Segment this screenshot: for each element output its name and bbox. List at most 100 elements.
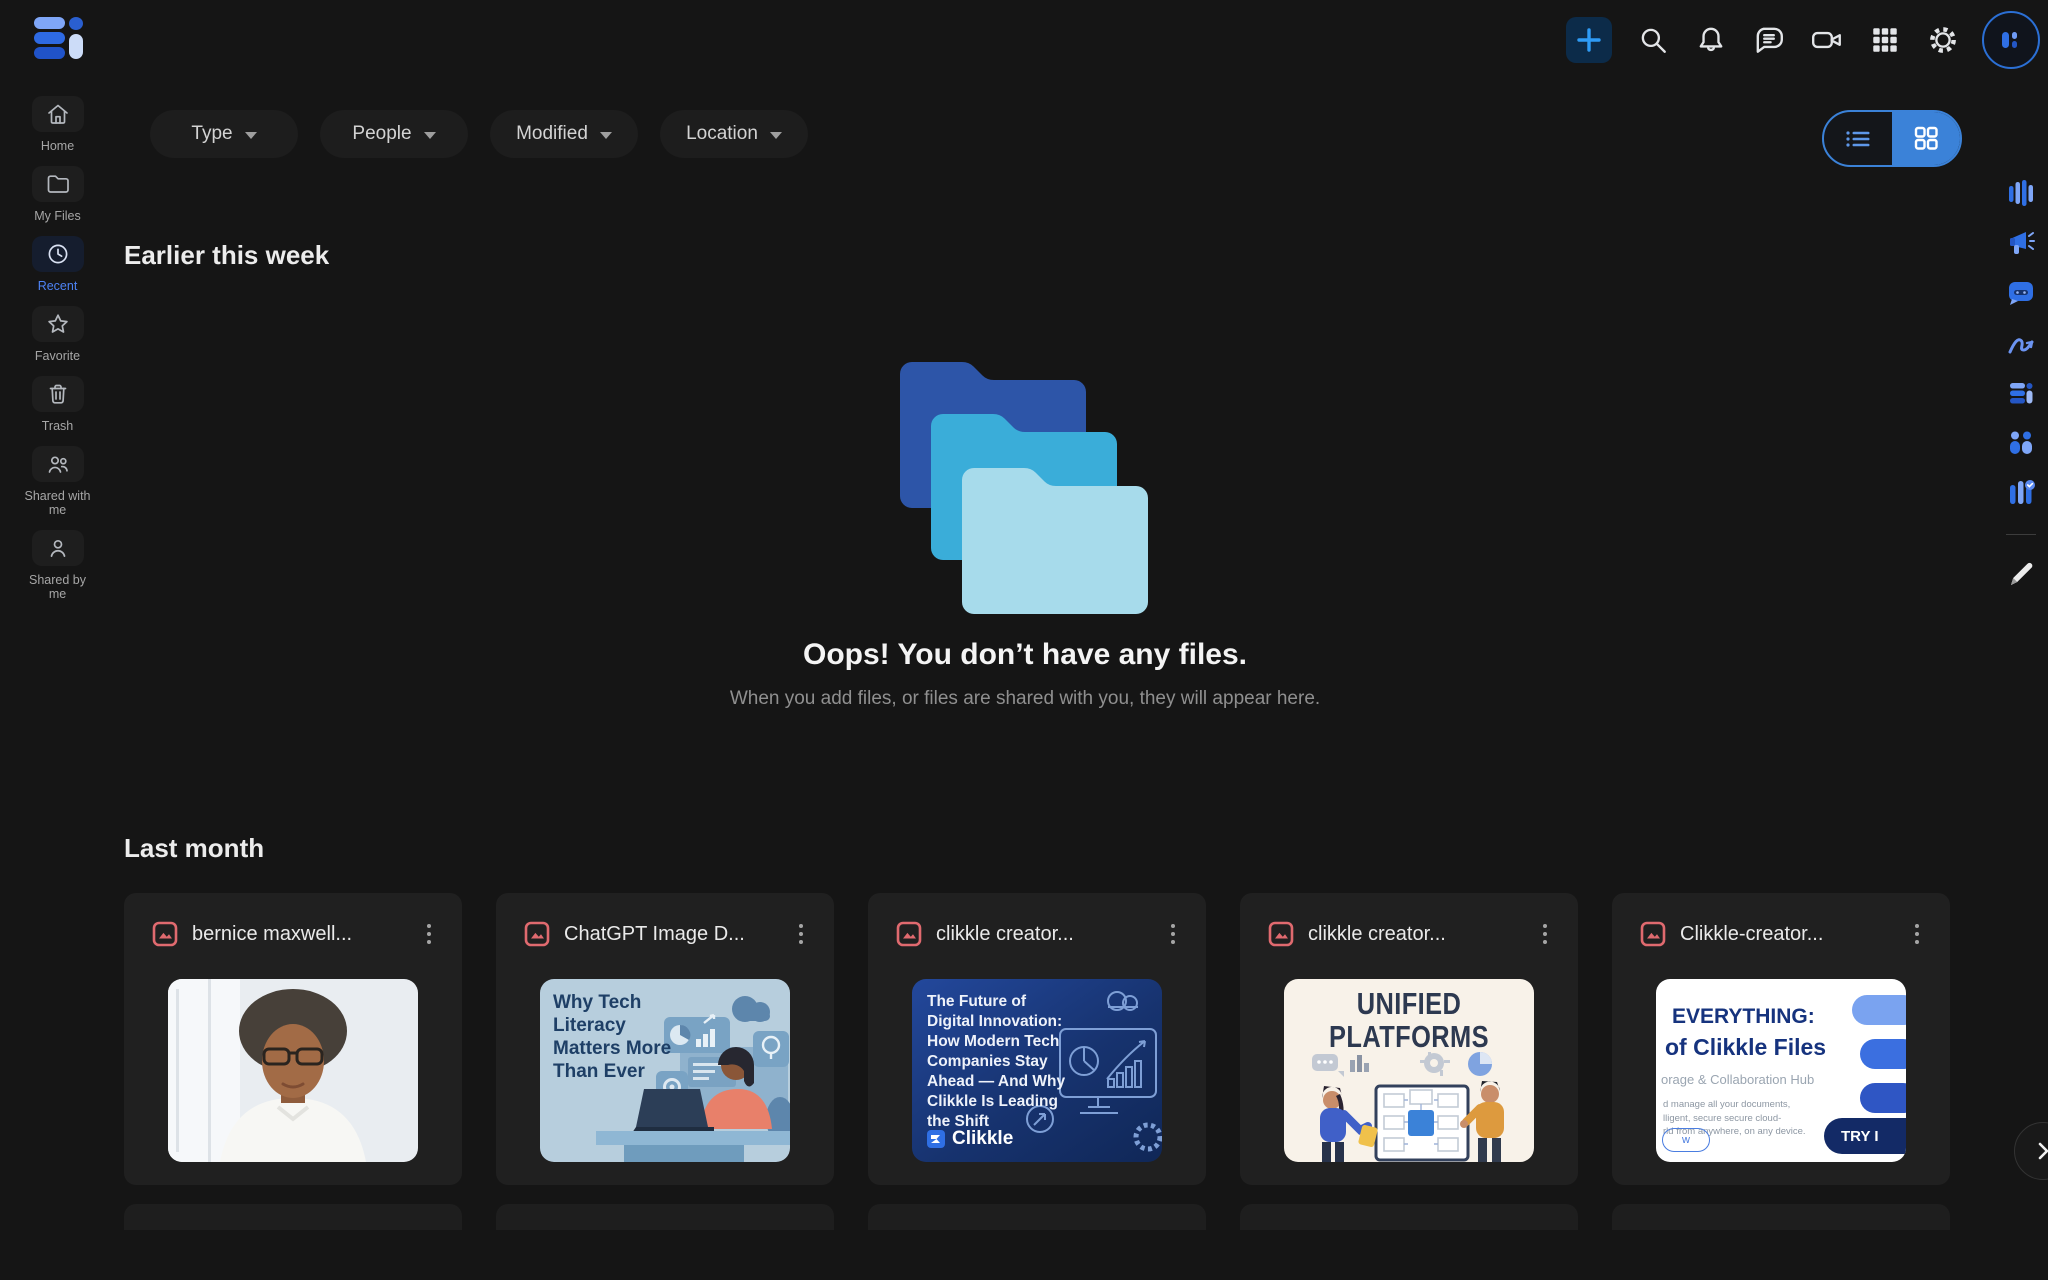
sidebar-item-home[interactable]: Home [25,96,91,153]
logo-bar [34,47,65,59]
card-placeholder[interactable] [1612,1204,1950,1230]
clikkle-logo-icon[interactable] [2006,378,2036,408]
trash-icon [45,381,71,407]
image-file-icon [524,921,550,947]
logo-bar [34,17,65,29]
logo-bar [34,32,65,44]
file-thumbnail-illustration: The Future of Digital Innovation: How Mo… [912,979,1162,1162]
file-card[interactable]: clikkle creator... UNIFIED PLATFORMS [1240,893,1578,1185]
file-thumbnail-illustration: UNIFIED PLATFORMS [1284,979,1534,1162]
bars-check-icon[interactable] [2006,478,2036,508]
card-menu-button[interactable] [422,924,436,945]
pencil-icon[interactable] [2006,559,2036,589]
sidebar-item-shared-by-me[interactable]: Shared by me [25,530,91,601]
file-thumbnail-photo [168,979,418,1162]
image-file-icon [896,921,922,947]
filter-people[interactable]: People [320,110,468,158]
person-icon [45,535,71,561]
chevron-down-icon [600,132,612,139]
account-avatar[interactable] [1982,11,2040,69]
search-icon [1637,24,1669,56]
card-menu-button[interactable] [1538,924,1552,945]
chat-icon [1753,24,1785,56]
main-content: Type People Modified Location [115,80,2000,1280]
card-placeholder[interactable] [496,1204,834,1230]
carousel-next-button[interactable] [2014,1122,2048,1180]
filter-location[interactable]: Location [660,110,808,158]
chevron-right-icon [2032,1140,2048,1162]
section-earlier-this-week: Earlier this week [124,240,329,271]
file-thumbnail-illustration: Why Tech Literacy Matters More Than Ever [540,979,790,1162]
card-menu-button[interactable] [794,924,808,945]
notifications-button[interactable] [1694,23,1728,57]
clikkle-logo[interactable] [28,8,86,56]
settings-gear-icon [1927,24,1959,56]
file-card[interactable]: bernice maxwell... [124,893,462,1185]
logo-bar [69,34,83,59]
sidebar-item-trash[interactable]: Trash [25,376,91,433]
empty-state-title: Oops! You don’t have any files. [115,638,1935,672]
people-icon [45,451,71,477]
file-name: Clikkle-creator... [1680,923,1910,946]
empty-folders-illustration [900,350,1150,614]
settings-button[interactable] [1926,23,1960,57]
clikkle-brand-icon [927,1130,945,1148]
promo-pill [1860,1039,1906,1069]
apps-grid-icon [1869,24,1901,56]
grid-view-button[interactable] [1892,112,1960,165]
folder-icon [45,171,71,197]
file-card[interactable]: clikkle creator... The Future of Digital… [868,893,1206,1185]
apps-button[interactable] [1868,23,1902,57]
file-name: clikkle creator... [936,923,1166,946]
top-bar [0,0,2048,80]
filter-modified[interactable]: Modified [490,110,638,158]
file-name: bernice maxwell... [192,923,422,946]
empty-state: Oops! You don’t have any files. When you… [115,638,1935,710]
card-placeholder[interactable] [1240,1204,1578,1230]
filter-type[interactable]: Type [150,110,298,158]
bell-icon [1695,24,1727,56]
home-icon [45,101,71,127]
card-placeholder[interactable] [868,1204,1206,1230]
rail-divider [2006,534,2036,535]
chevron-down-icon [245,132,257,139]
promo-pill [1860,1083,1906,1113]
clock-icon [45,241,71,267]
list-view-button[interactable] [1824,112,1892,165]
file-card-row: bernice maxwell... [124,893,1950,1185]
card-menu-button[interactable] [1166,924,1180,945]
file-name: clikkle creator... [1308,923,1538,946]
file-name: ChatGPT Image D... [564,923,794,946]
empty-state-subtitle: When you add files, or files are shared … [115,688,1935,710]
card-menu-button[interactable] [1910,924,1924,945]
chat-button[interactable] [1752,23,1786,57]
signature-icon[interactable] [2006,328,2036,358]
file-card[interactable]: ChatGPT Image D... Why Tech Literacy Mat… [496,893,834,1185]
bars-chart-icon[interactable] [2006,178,2036,208]
image-file-icon [1268,921,1294,947]
card-placeholder[interactable] [124,1204,462,1230]
bot-chat-icon[interactable] [2006,278,2036,308]
left-sidebar: Home My Files Recent Favorite Trash Shar… [0,80,115,1280]
meet-button[interactable] [1810,23,1844,57]
logo-dot [69,17,83,30]
megaphone-icon[interactable] [2006,228,2036,258]
next-row-partial [124,1204,1950,1230]
file-thumbnail-promo: EVERYTHING: of Clikkle Files orage & Col… [1656,979,1906,1162]
people-pair-icon[interactable] [2006,428,2036,458]
sidebar-item-shared-with-me[interactable]: Shared with me [25,446,91,517]
image-file-icon [152,921,178,947]
top-actions [1566,10,2040,70]
plus-icon [1576,27,1602,53]
list-icon [1841,126,1875,152]
clikkle-files-avatar-icon [2000,30,2022,50]
grid-icon [1909,123,1943,155]
search-button[interactable] [1636,23,1670,57]
star-icon [45,311,71,337]
new-plus-button[interactable] [1566,17,1612,63]
sidebar-item-recent[interactable]: Recent [25,236,91,293]
file-card[interactable]: Clikkle-creator... EVERYTHING: of Clikkl… [1612,893,1950,1185]
image-file-icon [1640,921,1666,947]
sidebar-item-my-files[interactable]: My Files [25,166,91,223]
sidebar-item-favorite[interactable]: Favorite [25,306,91,363]
